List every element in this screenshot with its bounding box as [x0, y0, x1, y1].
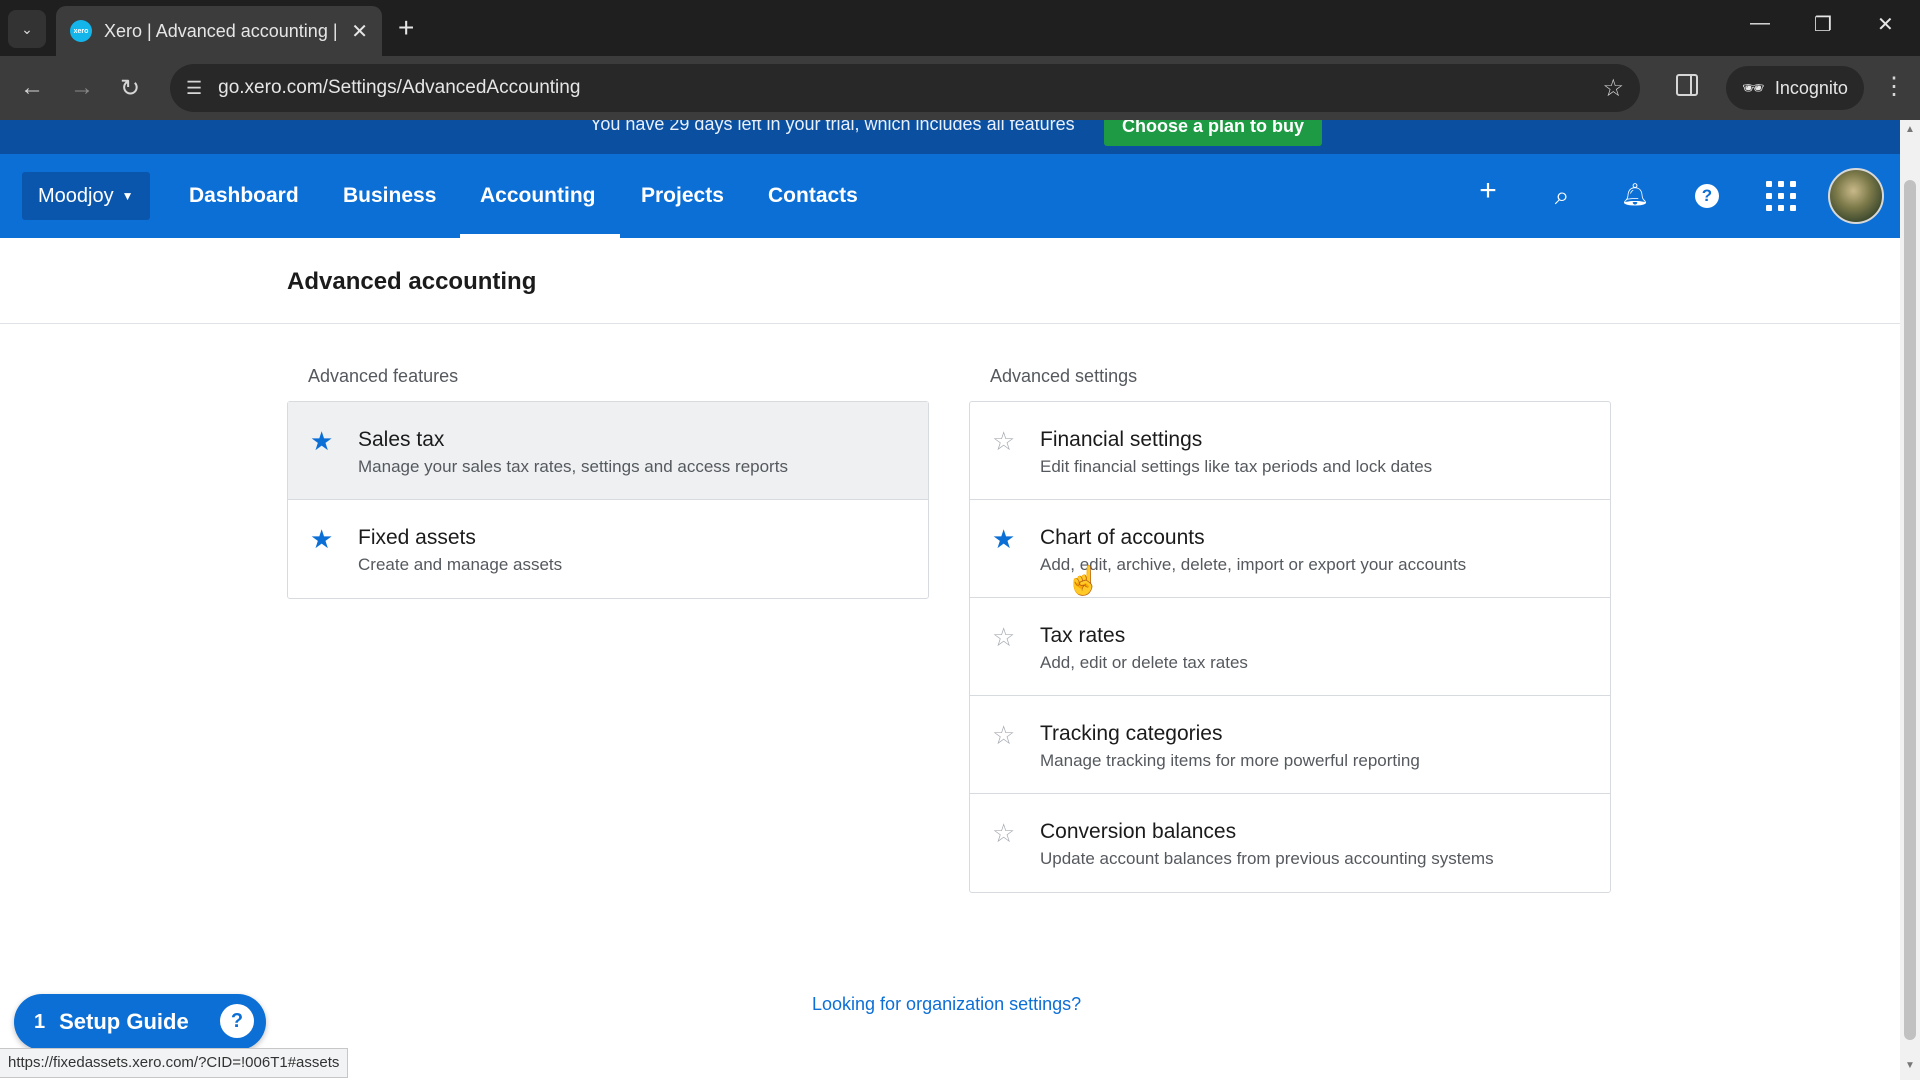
minimize-icon[interactable]: — — [1750, 12, 1770, 35]
star-filled-icon[interactable]: ★ — [310, 524, 333, 555]
nav-business[interactable]: Business — [343, 154, 436, 238]
url-text: go.xero.com/Settings/AdvancedAccounting — [218, 77, 581, 98]
choose-plan-button[interactable]: Choose a plan to buy — [1104, 120, 1322, 146]
setting-conversion-balances[interactable]: ☆ Conversion balances Update account bal… — [970, 794, 1610, 892]
card-description: Manage tracking items for more powerful … — [1040, 751, 1420, 770]
card-title: Conversion balances — [1040, 820, 1237, 843]
browser-menu-icon[interactable]: ⋮ — [1882, 72, 1906, 101]
card-title: Tracking categories — [1040, 722, 1223, 745]
status-bar-url: https://fixedassets.xero.com/?CID=!006T1… — [0, 1048, 349, 1078]
card-description: Add, edit, archive, delete, import or ex… — [1040, 555, 1467, 574]
app-header: Moodjoy ▼ Dashboard Business Accounting … — [0, 154, 1900, 238]
window-close-icon[interactable]: ✕ — [1877, 12, 1894, 37]
nav-dashboard[interactable]: Dashboard — [189, 154, 299, 238]
org-switcher[interactable]: Moodjoy ▼ — [22, 172, 150, 220]
browser-tab-bar: ⌄ xero Xero | Advanced accounting | M ✕ … — [0, 0, 1920, 56]
scroll-up-icon[interactable]: ▲ — [1905, 124, 1915, 135]
card-description: Update account balances from previous ac… — [1040, 849, 1494, 868]
star-outline-icon[interactable]: ☆ — [992, 720, 1015, 751]
card-title: Fixed assets — [358, 526, 476, 549]
trial-text: You have 29 days left in your trial, whi… — [590, 120, 1075, 134]
setting-tracking-categories[interactable]: ☆ Tracking categories Manage tracking it… — [970, 696, 1610, 794]
org-name: Moodjoy — [38, 184, 114, 207]
advanced-features-list: ★ Sales tax Manage your sales tax rates,… — [287, 401, 929, 599]
address-bar[interactable]: ☰ go.xero.com/Settings/AdvancedAccountin… — [170, 64, 1640, 112]
incognito-icon: 🕶 — [1742, 77, 1765, 98]
card-description: Add, edit or delete tax rates — [1040, 653, 1248, 672]
incognito-badge[interactable]: 🕶 Incognito — [1726, 66, 1864, 110]
page-header: Advanced accounting — [0, 238, 1900, 324]
caret-down-icon: ▼ — [121, 189, 134, 203]
xero-favicon-icon: xero — [70, 20, 92, 42]
nav-contacts[interactable]: Contacts — [768, 154, 858, 238]
advanced-settings-label: Advanced settings — [990, 366, 1138, 386]
tab-close-icon[interactable]: ✕ — [351, 19, 368, 44]
reload-icon[interactable]: ↻ — [120, 74, 140, 103]
setting-financial-settings[interactable]: ☆ Financial settings Edit financial sett… — [970, 402, 1610, 500]
card-title: Sales tax — [358, 428, 445, 451]
browser-tab[interactable]: xero Xero | Advanced accounting | M ✕ — [56, 6, 382, 56]
setup-help-icon: ? — [220, 1004, 254, 1038]
star-filled-icon[interactable]: ★ — [310, 426, 333, 457]
restore-icon[interactable]: ❐ — [1814, 12, 1832, 37]
setting-tax-rates[interactable]: ☆ Tax rates Add, edit or delete tax rate… — [970, 598, 1610, 696]
star-filled-icon[interactable]: ★ — [992, 524, 1015, 555]
card-title: Chart of accounts — [1040, 526, 1205, 549]
feature-sales-tax[interactable]: ★ Sales tax Manage your sales tax rates,… — [288, 402, 928, 500]
page-scrollbar[interactable]: ▲ ▼ — [1900, 120, 1920, 1080]
nav-accounting[interactable]: Accounting — [480, 154, 596, 238]
setup-guide-label: Setup Guide — [59, 1009, 189, 1034]
advanced-settings-list: ☆ Financial settings Edit financial sett… — [969, 401, 1611, 893]
forward-icon[interactable]: → — [70, 74, 94, 102]
tab-search-icon[interactable]: ⌄ — [8, 10, 46, 48]
help-icon[interactable]: ? — [1695, 184, 1719, 208]
user-avatar[interactable] — [1828, 168, 1884, 224]
setup-count-badge: 1 — [34, 1010, 46, 1033]
advanced-features-label: Advanced features — [308, 366, 459, 386]
feature-fixed-assets[interactable]: ★ Fixed assets Create and manage assets — [288, 500, 928, 598]
card-title: Financial settings — [1040, 428, 1203, 451]
browser-toolbar: ← → ↻ ☰ go.xero.com/Settings/AdvancedAcc… — [0, 56, 1920, 120]
notifications-bell-icon[interactable]: 🔔︎ — [1619, 182, 1651, 208]
apps-grid-icon[interactable] — [1766, 181, 1796, 211]
side-panel-icon[interactable] — [1676, 74, 1698, 96]
add-icon[interactable]: + — [1472, 174, 1504, 208]
back-icon[interactable]: ← — [20, 74, 44, 102]
card-description: Edit financial settings like tax periods… — [1040, 457, 1433, 476]
page-title: Advanced accounting — [287, 268, 537, 295]
card-description: Manage your sales tax rates, settings an… — [358, 457, 788, 476]
trial-banner: You have 29 days left in your trial, whi… — [0, 120, 1900, 154]
star-outline-icon[interactable]: ☆ — [992, 818, 1015, 849]
search-icon[interactable]: ⌕ — [1546, 180, 1578, 212]
nav-projects[interactable]: Projects — [641, 154, 724, 238]
setup-guide-button[interactable]: 1 Setup Guide ? — [14, 994, 266, 1050]
card-title: Tax rates — [1040, 624, 1126, 647]
new-tab-icon[interactable]: + — [398, 12, 414, 44]
star-outline-icon[interactable]: ☆ — [992, 622, 1015, 653]
star-outline-icon[interactable]: ☆ — [992, 426, 1015, 457]
site-info-icon[interactable]: ☰ — [186, 78, 202, 99]
organization-settings-link[interactable]: Looking for organization settings? — [812, 994, 1081, 1015]
bookmark-star-icon[interactable]: ☆ — [1602, 74, 1624, 103]
scroll-down-icon[interactable]: ▼ — [1905, 1060, 1915, 1071]
card-description: Create and manage assets — [358, 555, 563, 574]
scroll-thumb[interactable] — [1904, 180, 1916, 1040]
hand-cursor-icon: ☝ — [1066, 565, 1101, 596]
tab-title: Xero | Advanced accounting | M — [104, 20, 342, 41]
incognito-label: Incognito — [1774, 77, 1848, 98]
